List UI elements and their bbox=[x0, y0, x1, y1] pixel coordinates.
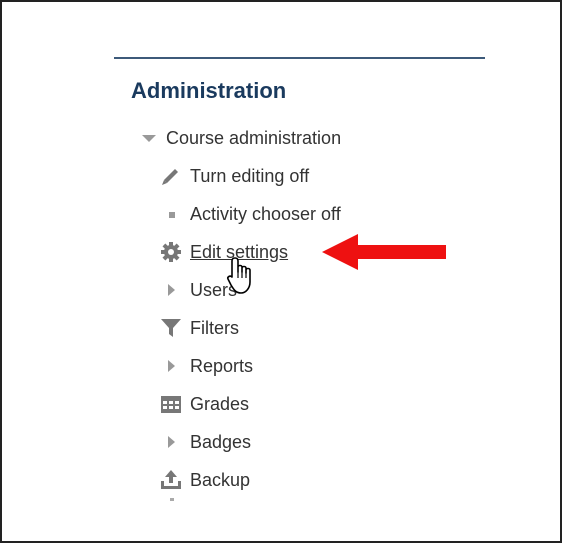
backup-label: Backup bbox=[190, 469, 251, 490]
grades-table-icon bbox=[160, 393, 182, 415]
badges-label: Badges bbox=[190, 431, 252, 452]
admin-nav-tree: Course administration Turn editing off A… bbox=[0, 0, 562, 543]
caret-down-icon bbox=[138, 127, 156, 149]
truncated-next-item bbox=[170, 498, 174, 501]
caret-right-icon bbox=[160, 279, 182, 301]
edit-settings-item[interactable]: Edit settings bbox=[160, 239, 288, 265]
turn-editing-off-item[interactable]: Turn editing off bbox=[160, 163, 309, 189]
reports-node[interactable]: Reports bbox=[160, 353, 253, 379]
grades-label: Grades bbox=[190, 393, 250, 414]
activity-chooser-off-label: Activity chooser off bbox=[190, 203, 341, 224]
badges-node[interactable]: Badges bbox=[160, 429, 251, 455]
course-administration-label: Course administration bbox=[166, 127, 342, 148]
hand-pointer-cursor-icon bbox=[227, 257, 251, 294]
activity-chooser-off-item[interactable]: Activity chooser off bbox=[160, 201, 341, 227]
reports-label: Reports bbox=[190, 355, 254, 376]
red-arrow-annotation bbox=[322, 234, 446, 270]
pencil-icon bbox=[160, 165, 182, 187]
backup-item[interactable]: Backup bbox=[160, 467, 250, 493]
caret-right-icon bbox=[160, 431, 182, 453]
bullet-icon bbox=[160, 203, 182, 225]
filter-icon bbox=[160, 317, 182, 339]
course-administration-node[interactable]: Course administration bbox=[138, 125, 341, 151]
caret-right-icon bbox=[160, 355, 182, 377]
filters-label: Filters bbox=[190, 317, 239, 338]
gear-icon bbox=[160, 241, 182, 263]
backup-upload-icon bbox=[160, 469, 182, 491]
turn-editing-off-label: Turn editing off bbox=[190, 165, 310, 186]
filters-item[interactable]: Filters bbox=[160, 315, 239, 341]
grades-item[interactable]: Grades bbox=[160, 391, 249, 417]
